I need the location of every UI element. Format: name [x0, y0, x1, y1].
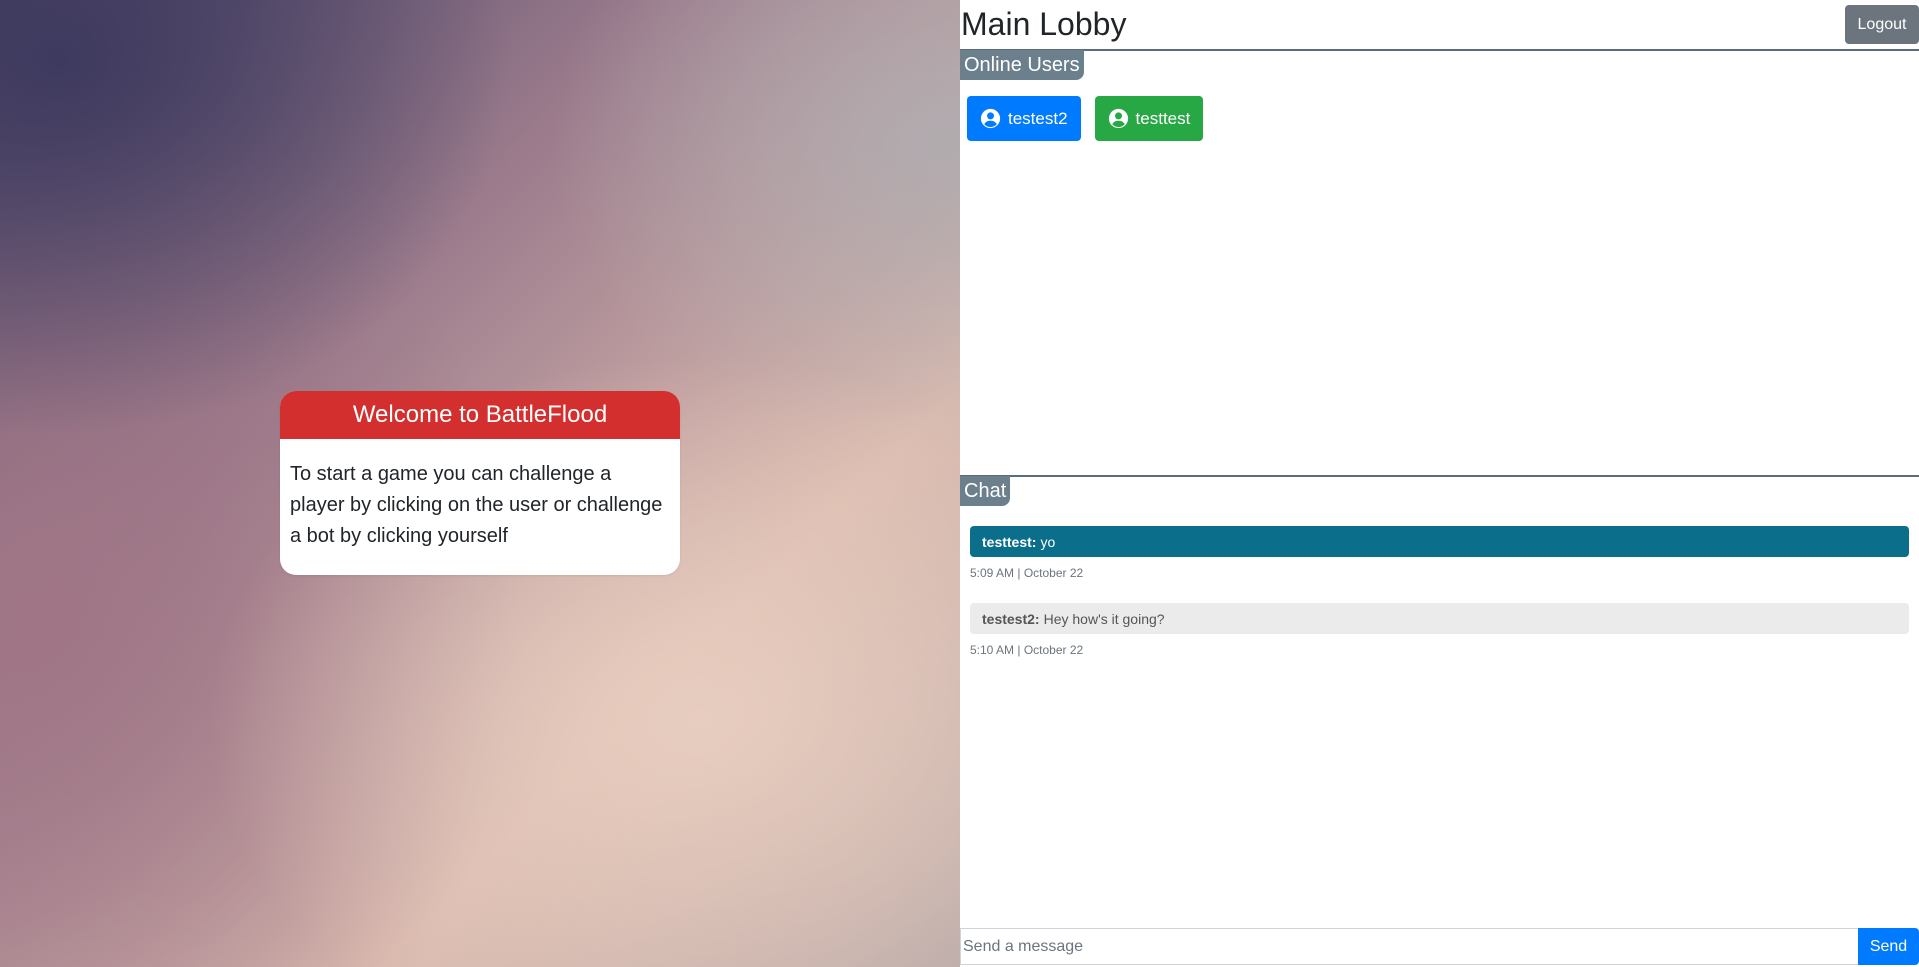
user-name: testtest: [1135, 108, 1191, 128]
user-button-testtest[interactable]: testtest: [1094, 96, 1204, 141]
chat-message-list: testtest: yo 5:09 AM | October 22 testes…: [970, 526, 1909, 680]
background-panel: Welcome to BattleFlood To start a game y…: [0, 0, 960, 967]
welcome-title: Welcome to BattleFlood: [280, 391, 680, 439]
message-bubble: testest2: Hey how's it going?: [970, 603, 1909, 634]
page-title: Main Lobby: [961, 6, 1127, 42]
message-timestamp: 5:09 AM | October 22: [970, 566, 1084, 580]
message-sender: testtest:: [982, 533, 1037, 550]
chat-message: testest2: Hey how's it going? 5:10 AM | …: [970, 603, 1909, 657]
user-button-testest2[interactable]: testest2: [967, 96, 1081, 141]
message-composer: Send: [960, 928, 1919, 965]
send-button[interactable]: Send: [1858, 928, 1919, 965]
online-users-list: testest2 testtest: [967, 96, 1204, 141]
message-bubble: testtest: yo: [970, 526, 1909, 557]
message-text: Hey how's it going?: [1043, 610, 1165, 627]
message-text: yo: [1040, 533, 1056, 550]
logout-button[interactable]: Logout: [1845, 5, 1919, 44]
online-users-label: Online Users: [960, 50, 1084, 80]
lobby-panel: Main Lobby Logout Online Users testest2 …: [960, 0, 1919, 967]
message-sender: testest2:: [982, 610, 1040, 627]
app-root: Welcome to BattleFlood To start a game y…: [0, 0, 1919, 967]
chat-message: testtest: yo 5:09 AM | October 22: [970, 526, 1909, 580]
chat-divider: [960, 475, 1919, 477]
online-users-divider: [960, 49, 1919, 51]
user-circle-icon: [1108, 108, 1128, 129]
message-timestamp: 5:10 AM | October 22: [970, 643, 1084, 657]
welcome-card: Welcome to BattleFlood To start a game y…: [280, 391, 680, 575]
welcome-text: To start a game you can challenge a play…: [290, 463, 663, 547]
chat-label: Chat: [960, 476, 1011, 506]
message-input[interactable]: [960, 928, 1858, 965]
user-name: testest2: [1008, 108, 1068, 128]
user-circle-icon: [980, 108, 1001, 129]
